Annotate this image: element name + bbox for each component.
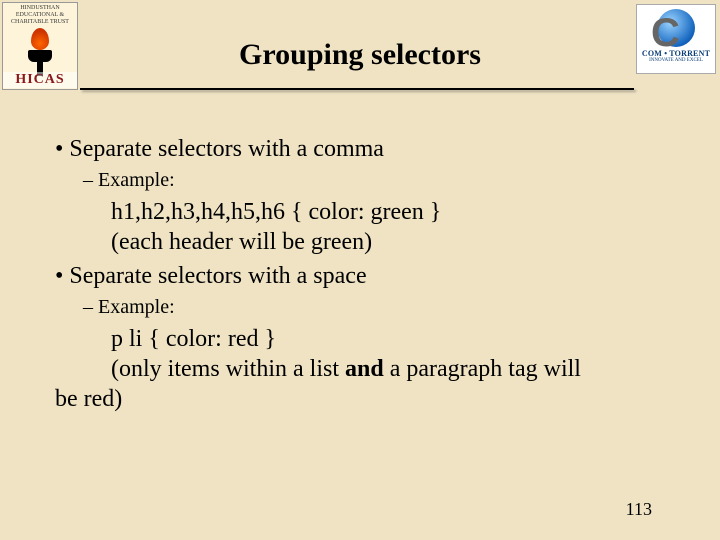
subbullet-2: Example: xyxy=(83,295,665,320)
bold-and: and xyxy=(345,356,384,382)
globe-icon xyxy=(657,9,695,47)
slide-title: Grouping selectors xyxy=(0,0,720,72)
bullet-1: Separate selectors with a comma xyxy=(55,134,665,164)
example-1-code: h1,h2,h3,h4,h5,h6 { color: green } xyxy=(111,197,665,227)
content: Separate selectors with a comma Example:… xyxy=(0,95,720,414)
example-2-code: p li { color: red } xyxy=(111,324,665,354)
bullet-2: Separate selectors with a space xyxy=(55,261,665,291)
logo-left: HINDUSTHAN EDUCATIONAL & CHARITABLE TRUS… xyxy=(2,2,78,90)
example-1-note: (each header will be green) xyxy=(111,227,665,257)
example-2-note-line1: (only items within a list and a paragrap… xyxy=(111,354,665,384)
header: HINDUSTHAN EDUCATIONAL & CHARITABLE TRUS… xyxy=(0,0,720,95)
subbullet-1: Example: xyxy=(83,168,665,193)
example-2-note-line2: be red) xyxy=(55,384,665,414)
torrent-sub: INNOVATE AND EXCEL xyxy=(637,58,715,63)
title-underline xyxy=(80,88,634,90)
page-number: 113 xyxy=(626,499,652,520)
torch-icon xyxy=(22,28,58,78)
trust-name: HINDUSTHAN EDUCATIONAL & CHARITABLE TRUS… xyxy=(3,3,77,26)
hicas-label: HICAS xyxy=(3,72,77,88)
logo-right: COM • TORRENT INNOVATE AND EXCEL xyxy=(636,4,716,74)
